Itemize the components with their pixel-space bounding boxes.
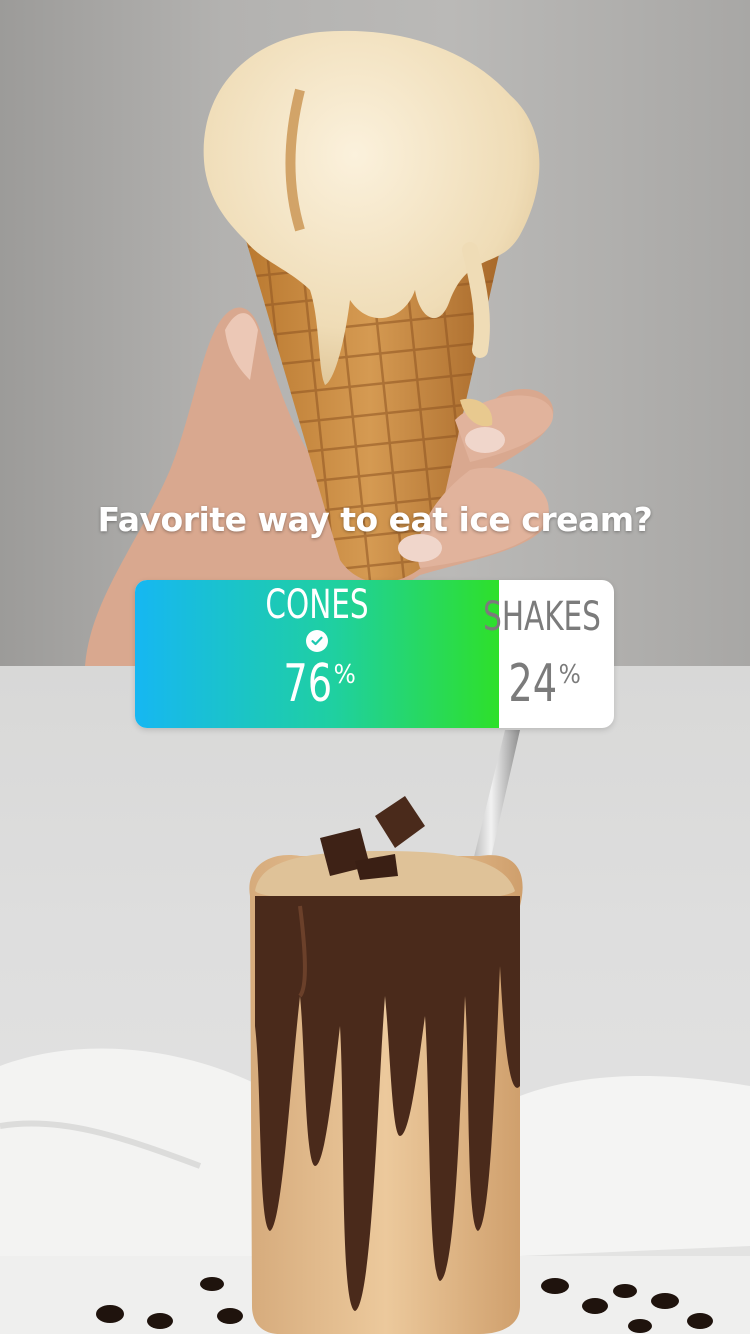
poll-option-label: CONES: [265, 582, 369, 628]
milkshake-photo: [0, 666, 750, 1334]
poll-option-cones[interactable]: CONES 76%: [135, 580, 499, 728]
poll-sticker[interactable]: CONES 76% SHAKES 24%: [135, 580, 614, 728]
poll-option-percent: 76%: [135, 654, 499, 714]
poll-percent-sign: %: [333, 660, 356, 690]
poll-percent-value: 24: [508, 654, 558, 714]
poll-question: Favorite way to eat ice cream?: [97, 500, 653, 539]
poll-percent-sign: %: [558, 660, 581, 690]
ice-cream-cone-photo: [0, 0, 750, 666]
poll-option-percent: 24%: [470, 654, 614, 714]
ice-cream-cone-illustration: [85, 30, 554, 666]
poll-option-shakes[interactable]: SHAKES 24%: [470, 580, 614, 728]
checkmark-circle-icon: [306, 630, 328, 652]
milkshake-illustration: [0, 730, 750, 1334]
poll-option-label: SHAKES: [483, 594, 601, 640]
poll-percent-value: 76: [283, 654, 333, 714]
